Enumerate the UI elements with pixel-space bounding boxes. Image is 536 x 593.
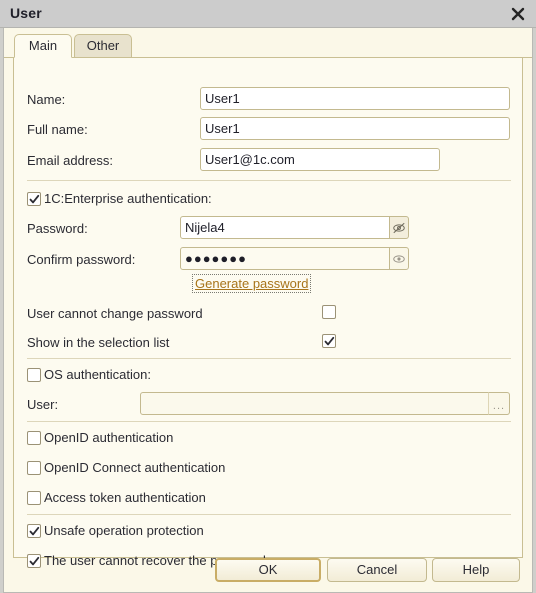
- full-name-label: Full name:: [27, 122, 88, 137]
- openid-connect-auth-checkbox[interactable]: [27, 461, 41, 475]
- title-bar: User: [0, 0, 536, 28]
- os-user-label: User:: [27, 397, 59, 412]
- confirm-password-input[interactable]: [180, 247, 390, 270]
- email-input[interactable]: [200, 148, 440, 171]
- enterprise-auth-checkbox[interactable]: [27, 192, 41, 206]
- eye-icon[interactable]: [389, 247, 409, 270]
- password-label: Password:: [27, 221, 88, 236]
- generate-password-link[interactable]: Generate password: [192, 274, 312, 293]
- os-user-picker-button[interactable]: ...: [488, 392, 510, 415]
- access-token-auth-label: Access token authentication: [44, 490, 206, 505]
- separator-2: [27, 358, 511, 359]
- enterprise-auth-label: 1C:Enterprise authentication:: [44, 191, 212, 206]
- cannot-recover-password-checkbox[interactable]: [27, 554, 41, 568]
- cancel-button[interactable]: Cancel: [327, 558, 427, 582]
- openid-auth-label: OpenID authentication: [44, 430, 174, 445]
- full-name-input[interactable]: [200, 117, 510, 140]
- help-button[interactable]: Help: [432, 558, 520, 582]
- main-tab-panel: Name: Full name: Email address: 1C:Enter…: [13, 58, 523, 568]
- eye-slash-icon[interactable]: [389, 216, 409, 239]
- cannot-change-password-label: User cannot change password: [27, 306, 203, 321]
- name-label: Name:: [27, 92, 66, 107]
- separator-3: [27, 421, 511, 422]
- user-dialog-window: User Main Other Name: Full name: Email a…: [0, 0, 536, 593]
- os-auth-checkbox[interactable]: [27, 368, 41, 382]
- window-title: User: [10, 5, 42, 21]
- os-auth-label: OS authentication:: [44, 367, 151, 382]
- openid-auth-checkbox[interactable]: [27, 431, 41, 445]
- email-label: Email address:: [27, 153, 113, 168]
- dialog-body: Main Other Name: Full name: Email addres…: [3, 28, 533, 593]
- confirm-password-label: Confirm password:: [27, 252, 136, 267]
- tab-other[interactable]: Other: [74, 34, 132, 58]
- os-user-input[interactable]: [140, 392, 489, 415]
- unsafe-operation-protection-label: Unsafe operation protection: [44, 523, 204, 538]
- separator-4: [27, 514, 511, 515]
- ok-button[interactable]: OK: [215, 558, 321, 582]
- tab-main[interactable]: Main: [14, 34, 72, 58]
- show-in-selection-list-checkbox[interactable]: [322, 334, 336, 348]
- cannot-change-password-checkbox[interactable]: [322, 305, 336, 319]
- close-icon[interactable]: [506, 3, 530, 25]
- unsafe-operation-protection-checkbox[interactable]: [27, 524, 41, 538]
- access-token-auth-checkbox[interactable]: [27, 491, 41, 505]
- name-input[interactable]: [200, 87, 510, 110]
- show-in-selection-list-label: Show in the selection list: [27, 335, 170, 350]
- separator-1: [27, 180, 511, 181]
- openid-connect-auth-label: OpenID Connect authentication: [44, 460, 226, 475]
- tab-strip: Main Other: [4, 34, 532, 58]
- password-input[interactable]: [180, 216, 390, 239]
